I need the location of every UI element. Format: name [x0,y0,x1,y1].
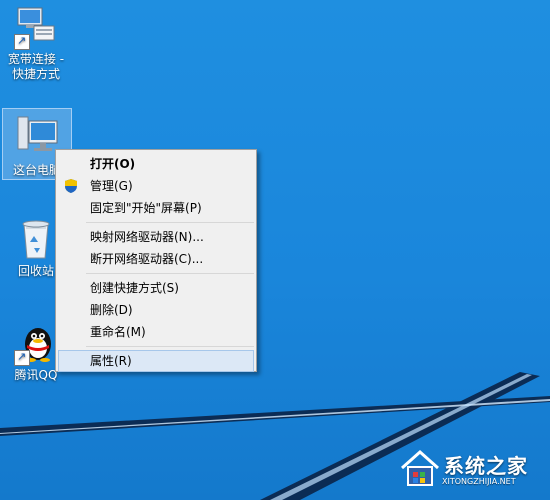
menu-item-create-shortcut[interactable]: 创建快捷方式(S) [56,277,256,299]
desktop-icon-label-line1: 宽带连接 - [7,52,65,66]
qq-penguin-icon [12,318,60,366]
desktop[interactable]: 宽带连接 - 快捷方式 这台电脑 回收站 [0,0,550,500]
house-logo-icon [401,449,439,486]
menu-item-label: 删除(D) [90,303,133,317]
desktop-icon-label-line2: 快捷方式 [11,67,60,81]
menu-item-label: 映射网络驱动器(N)... [90,230,204,244]
menu-item-label: 打开(O) [90,157,136,171]
menu-item-map-network-drive[interactable]: 映射网络驱动器(N)... [56,226,256,248]
desktop-icon-label: 回收站 [17,264,54,278]
shortcut-arrow-icon [14,33,30,50]
menu-separator [86,273,254,274]
menu-item-label: 属性(R) [90,354,132,368]
uac-shield-icon [63,178,79,194]
menu-item-disconnect-network-drive[interactable]: 断开网络驱动器(C)... [56,248,256,270]
menu-item-label: 创建快捷方式(S) [90,281,179,295]
menu-item-label: 固定到"开始"屏幕(P) [90,201,202,215]
site-watermark: 系统之家 XITONGZHIJIA.NET [394,448,544,492]
menu-item-label: 重命名(M) [90,325,146,339]
network-computers-icon [12,2,60,50]
this-pc-icon [13,113,61,161]
menu-item-pin-to-start[interactable]: 固定到"开始"屏幕(P) [56,197,256,219]
desktop-icon-label: 腾讯QQ [14,368,58,382]
menu-item-label: 断开网络驱动器(C)... [90,252,204,266]
menu-item-manage[interactable]: 管理(G) [56,175,256,197]
watermark-title: 系统之家 [444,454,528,478]
watermark-subtitle: XITONGZHIJIA.NET [442,477,516,486]
shortcut-arrow-icon [14,349,30,366]
menu-item-rename[interactable]: 重命名(M) [56,321,256,343]
menu-item-label: 管理(G) [90,179,133,193]
menu-item-open[interactable]: 打开(O) [56,153,256,175]
recycle-bin-icon [12,214,60,262]
desktop-icon-label: 这台电脑 [12,163,61,177]
menu-separator [86,346,254,347]
context-menu: 打开(O) 管理(G) 固定到"开始"屏幕(P) 映射网络驱动器(N)... 断… [55,149,257,372]
menu-item-delete[interactable]: 删除(D) [56,299,256,321]
desktop-icon-broadband[interactable]: 宽带连接 - 快捷方式 [2,2,70,94]
menu-item-properties[interactable]: 属性(R) [58,350,254,372]
menu-separator [86,222,254,223]
